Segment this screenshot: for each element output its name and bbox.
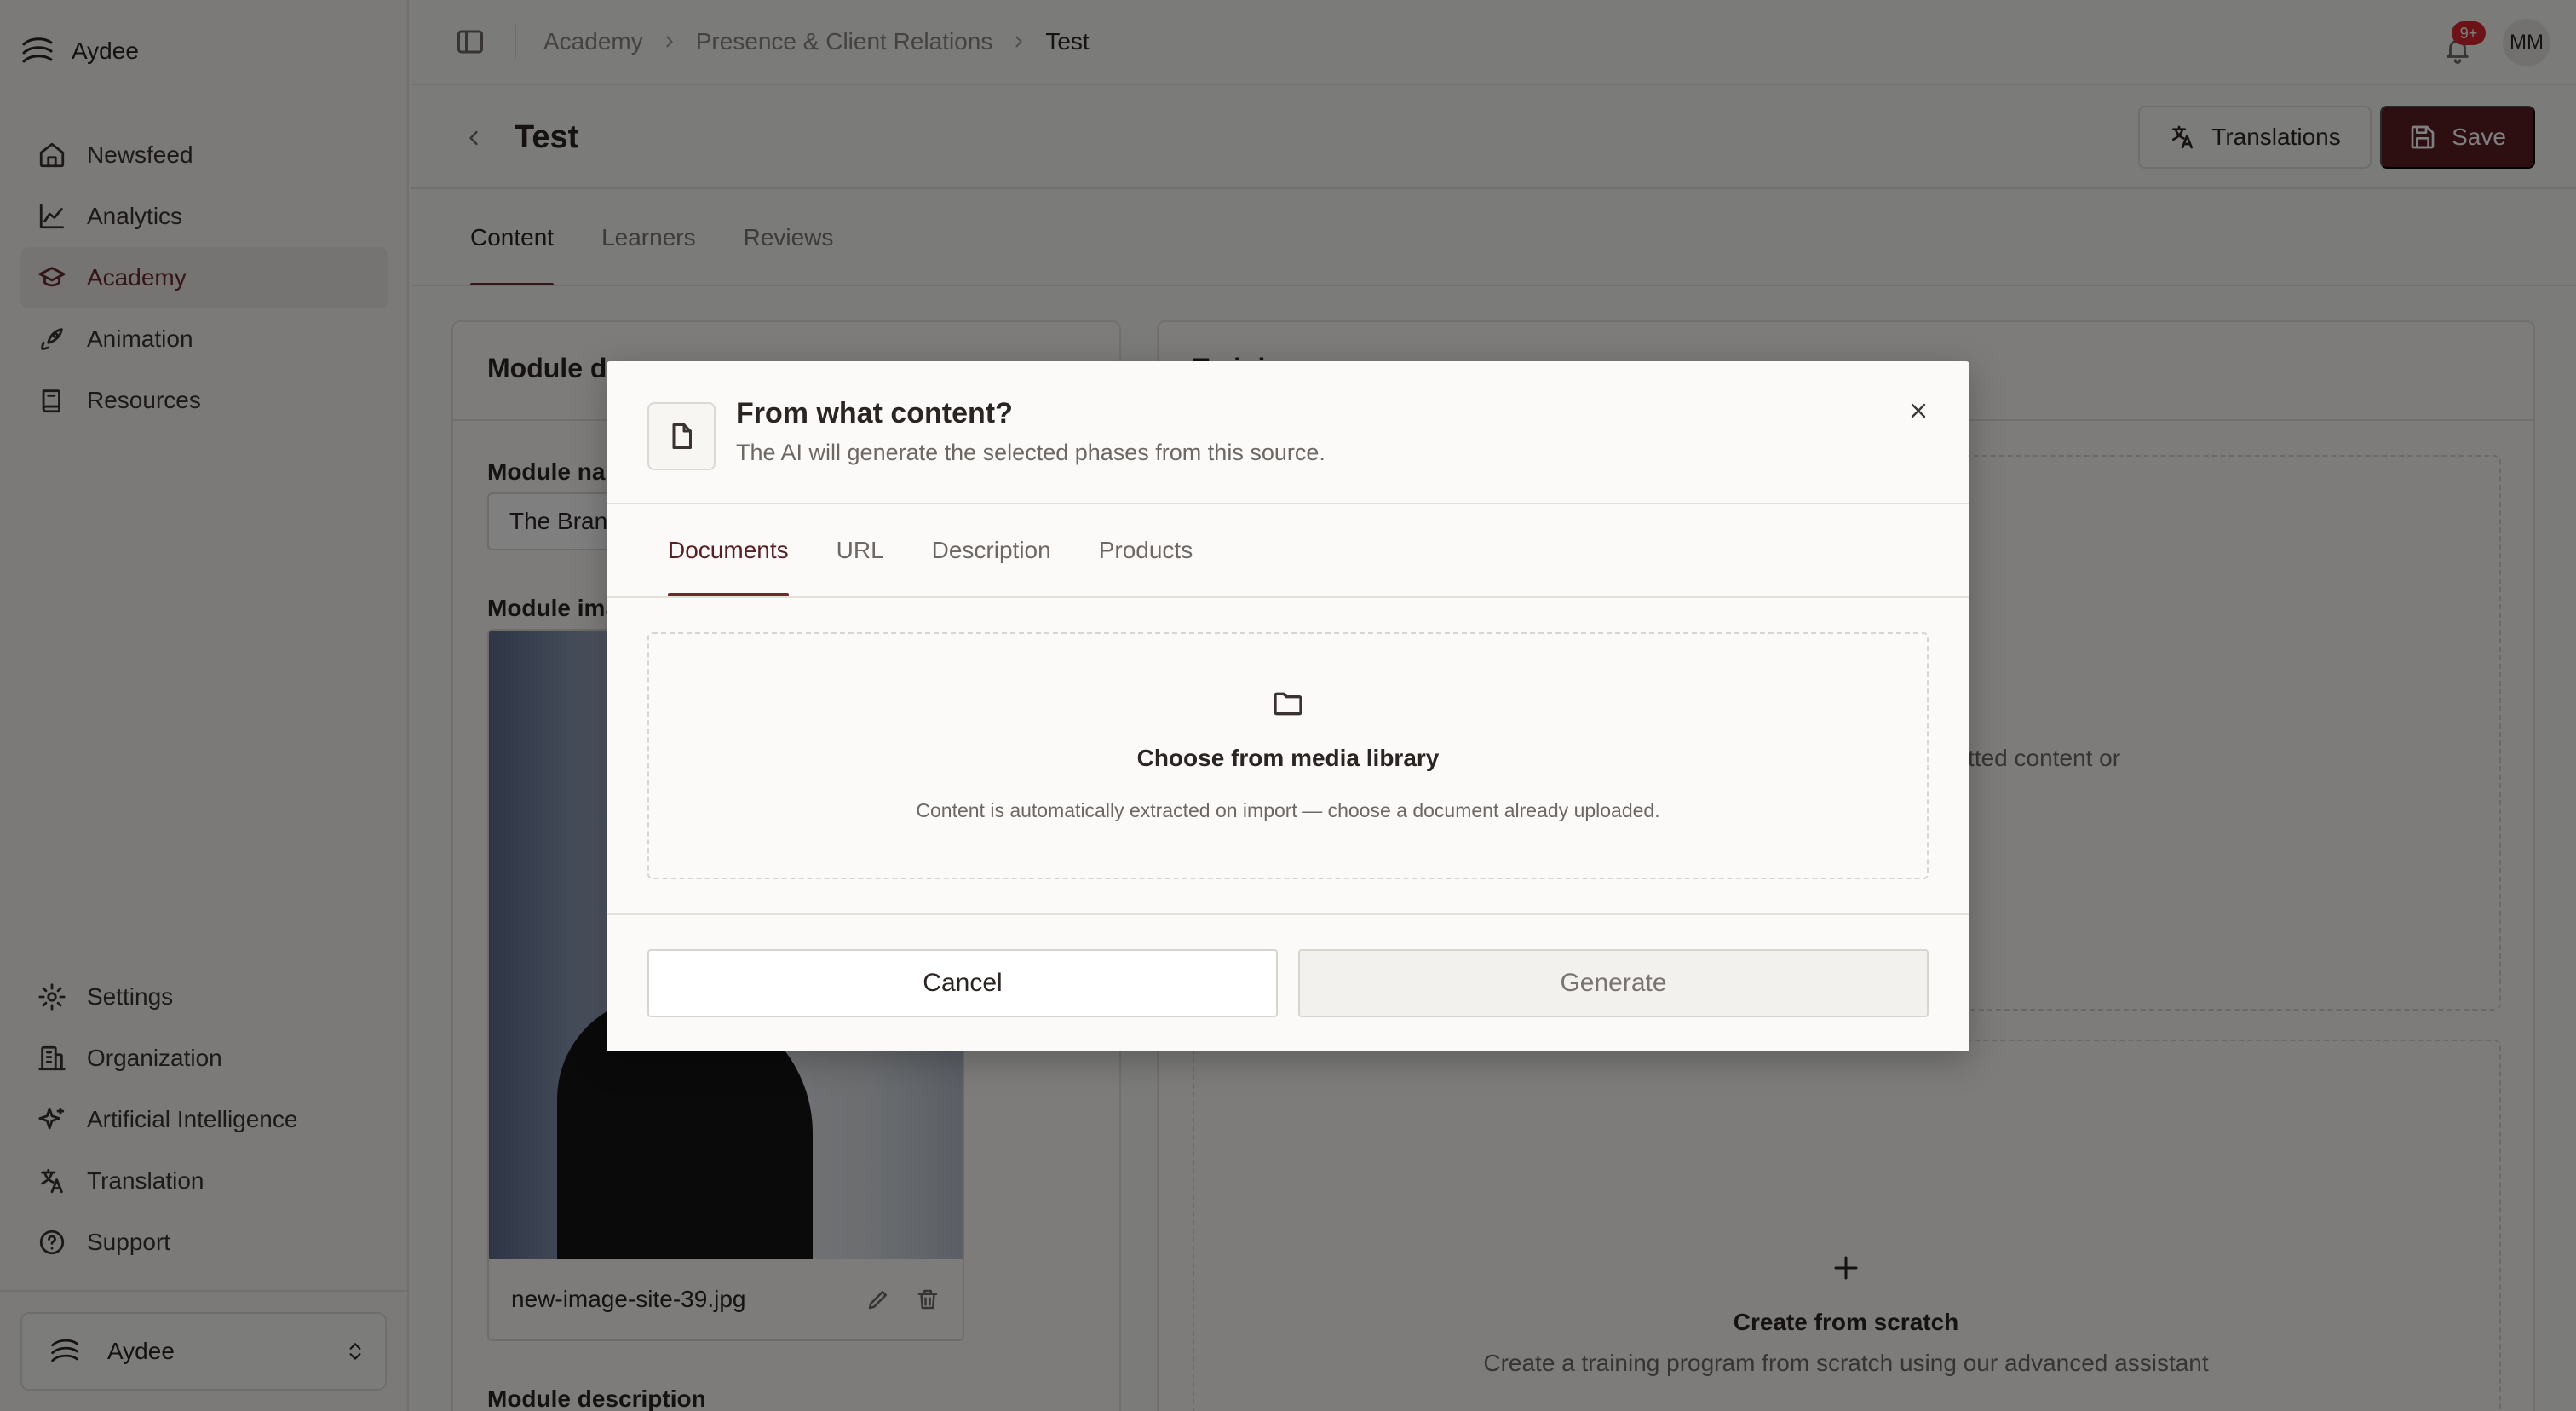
document-icon — [647, 402, 716, 470]
media-library-dropzone[interactable]: Choose from media library Content is aut… — [647, 632, 1929, 879]
modal-title: From what content? — [736, 397, 1013, 429]
tab-products[interactable]: Products — [1099, 504, 1193, 596]
tab-documents[interactable]: Documents — [668, 504, 789, 596]
generate-button[interactable]: Generate — [1298, 949, 1929, 1017]
modal-footer-divider — [607, 913, 1969, 915]
tab-url[interactable]: URL — [837, 504, 884, 596]
dropzone-title: Choose from media library — [1136, 745, 1440, 771]
tab-description[interactable]: Description — [932, 504, 1051, 596]
dropzone-description: Content is automatically extracted on im… — [916, 799, 1660, 821]
content-source-modal: From what content? The AI will generate … — [607, 361, 1969, 1051]
close-icon[interactable] — [1906, 399, 1930, 423]
folder-icon — [649, 687, 1927, 721]
modal-tabs: Documents URL Description Products — [668, 504, 1193, 596]
modal-subtitle: The AI will generate the selected phases… — [736, 440, 1325, 465]
cancel-button[interactable]: Cancel — [647, 949, 1278, 1017]
modal-tabs-divider — [607, 596, 1969, 598]
